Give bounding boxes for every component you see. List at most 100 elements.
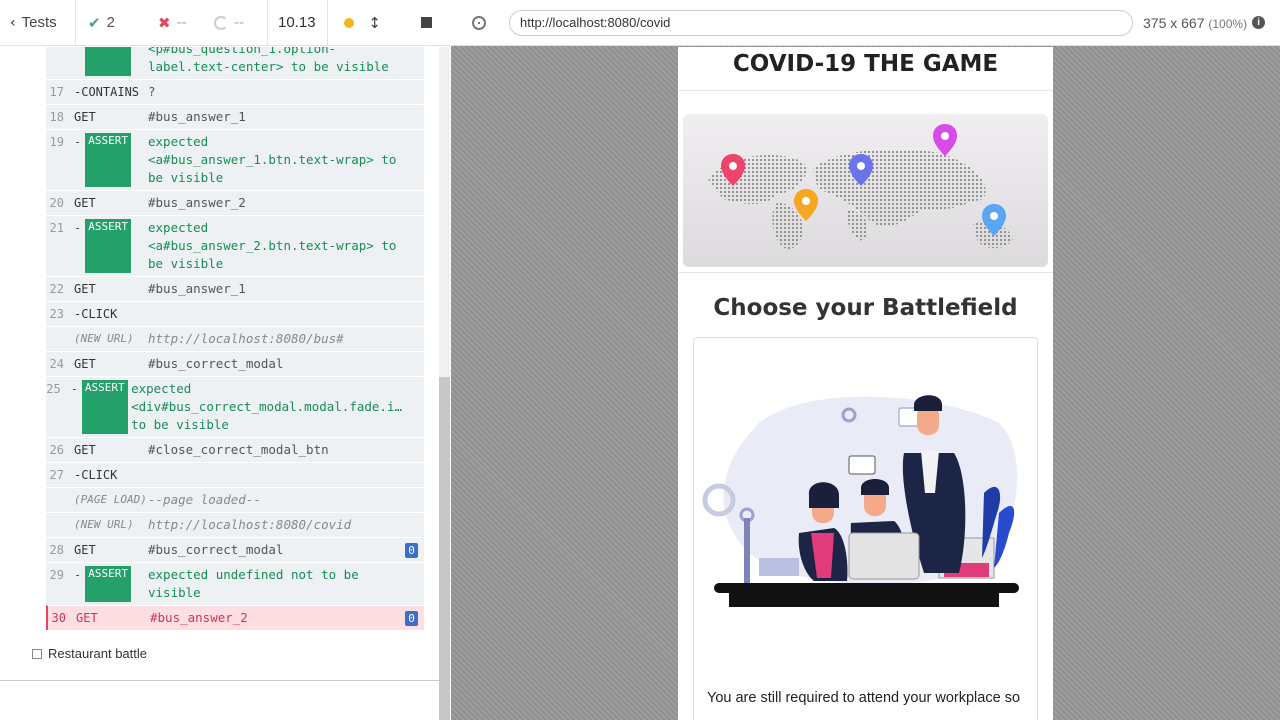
stop-icon[interactable] (421, 17, 432, 28)
command-number: 19 (49, 135, 64, 149)
command-row[interactable]: 25 - ASSERT expected <div#bus_correct_modal… (46, 376, 424, 437)
command-name: - CLICK (74, 468, 118, 482)
page-title: COVID-19 THE GAME (678, 47, 1053, 91)
cypress-runner: ‹ Tests ✔ 2 ✖ -- -- 10.13 ↕ vis (0, 0, 1280, 720)
command-name: -ASSERT (65, 380, 131, 434)
command-message: expected <a#bus_answer_2.btn.text-wrap> … (148, 220, 397, 271)
command-message (148, 466, 424, 484)
command-name: -ASSERT (68, 47, 148, 76)
command-name: GET (74, 110, 96, 124)
command-name: -ASSERT (68, 566, 148, 602)
command-number: 28 (49, 543, 64, 557)
command-number: 21 (49, 221, 64, 235)
tests-label: Tests (21, 14, 57, 31)
command-name: (PAGE LOAD) (74, 493, 147, 506)
duration: 10.13 (268, 0, 328, 46)
command-name: -ASSERT (68, 219, 148, 273)
command-message: #close_correct_modal_btn (148, 442, 329, 457)
command-number: 24 (49, 357, 64, 371)
command-message: expected undefined not to be visible (148, 567, 359, 600)
command-number (46, 491, 68, 509)
command-row[interactable]: 26 GET #close_correct_modal_btn (46, 437, 424, 462)
pending-count: -- (202, 0, 268, 46)
x-icon: ✖ (158, 14, 171, 32)
command-row[interactable]: (PAGE LOAD) --page loaded-- (46, 487, 424, 512)
command-message: http://localhost:8080/covid (148, 517, 352, 532)
world-map-image (683, 114, 1048, 267)
battlefield-description: You are still required to attend your wo… (707, 690, 1021, 706)
command-name: -ASSERT (68, 133, 148, 187)
command-name: - CLICK (74, 307, 118, 321)
pending-icon (214, 15, 228, 30)
command-number: 26 (49, 443, 64, 457)
reporter-header: ‹ Tests ✔ 2 ✖ -- -- 10.13 ↕ (0, 0, 450, 46)
tests-button[interactable]: ‹ Tests (0, 0, 76, 46)
command-name: GET (76, 611, 98, 625)
suite-restaurant-battle[interactable]: Restaurant battle (32, 646, 147, 661)
command-message: expected <a#bus_answer_1.btn.text-wrap> … (148, 134, 397, 185)
command-row[interactable]: 17 - CONTAINS? (46, 79, 424, 104)
auto-scroll-icon[interactable]: ↕ (368, 14, 381, 32)
command-number: 22 (49, 282, 64, 296)
aut-header: http://localhost:8080/covid 375 x 667 (1… (451, 0, 1280, 46)
command-number: 16 (46, 47, 68, 76)
command-number (46, 330, 68, 348)
selector-playground-icon[interactable] (472, 15, 486, 30)
assert-tag: ASSERT (81, 380, 128, 434)
command-row[interactable]: 27 - CLICK (46, 462, 424, 487)
command-number: 25 (46, 382, 61, 396)
command-row[interactable]: 20 GET #bus_answer_2 (46, 190, 424, 215)
element-count-badge: 0 (405, 611, 418, 626)
info-icon[interactable]: i (1252, 16, 1266, 29)
url-bar[interactable]: http://localhost:8080/covid (509, 9, 1133, 36)
command-row[interactable]: 19 - ASSERT expected <a#bus_answer_1.btn.te… (46, 129, 424, 190)
command-message: expected <p#bus_question_1.option-label.… (148, 47, 389, 74)
checkbox-icon (32, 648, 42, 659)
command-message: #bus_answer_1 (148, 109, 246, 124)
command-message (148, 305, 424, 323)
command-number: 18 (49, 110, 64, 124)
scroll-thumb[interactable] (439, 377, 450, 720)
divider (0, 680, 439, 681)
command-name: (NEW URL) (74, 332, 134, 345)
command-number: 20 (49, 196, 64, 210)
command-row[interactable]: (NEW URL) http://localhost:8080/bus# (46, 326, 424, 351)
command-row[interactable]: 23 - CLICK (46, 301, 424, 326)
command-message: #bus_correct_modal (148, 356, 284, 371)
command-row[interactable]: 22 GET #bus_answer_1 (46, 276, 424, 301)
command-message: ? (148, 84, 156, 99)
command-number: 30 (51, 611, 66, 625)
command-row[interactable]: 30 GET #bus_answer_2 0 (46, 605, 424, 630)
assert-tag: ASSERT (85, 219, 131, 273)
command-number (46, 516, 68, 534)
command-name: GET (74, 543, 96, 557)
battlefield-option-card[interactable]: You are still required to attend your wo… (693, 337, 1038, 720)
command-row[interactable]: 29 - ASSERT expected undefined not to be vi… (46, 562, 424, 605)
command-name: (NEW URL) (74, 518, 134, 531)
check-icon: ✔ (88, 14, 101, 32)
command-row[interactable]: (NEW URL) http://localhost:8080/covid (46, 512, 424, 537)
command-row[interactable]: 28 GET #bus_correct_modal 0 (46, 537, 424, 562)
command-message: expected <div#bus_correct_modal.modal.fa… (131, 381, 403, 432)
command-row[interactable]: 21 - ASSERT expected <a#bus_answer_2.btn.te… (46, 215, 424, 276)
battlefield-heading: Choose your Battlefield (713, 295, 1018, 321)
command-name: GET (74, 282, 96, 296)
command-list: visible13GET#bus_progress14-ASSERTexpect… (46, 47, 424, 630)
reporter-scrollbar[interactable] (439, 47, 450, 720)
command-row[interactable]: 16-ASSERTexpected <p#bus_question_1.opti… (46, 47, 424, 79)
running-indicator-icon (344, 17, 355, 28)
office-illustration (699, 383, 1034, 623)
command-message: #bus_correct_modal (148, 542, 284, 557)
viewport-info: 375 x 667 (100%) (1143, 14, 1248, 31)
command-number: 29 (49, 568, 64, 582)
command-name: GET (74, 443, 96, 457)
app-under-test: http://localhost:8080/covid 375 x 667 (1… (451, 0, 1280, 720)
command-row[interactable]: 18 GET #bus_answer_1 (46, 104, 424, 129)
command-log: visible13GET#bus_progress14-ASSERTexpect… (0, 47, 439, 680)
command-message: --page loaded-- (148, 492, 261, 507)
command-message: #bus_answer_1 (148, 281, 246, 296)
command-row[interactable]: 24 GET #bus_correct_modal (46, 351, 424, 376)
chevron-left-icon: ‹ (10, 14, 16, 31)
map-pin-purple-icon (933, 124, 957, 156)
assert-tag: ASSERT (85, 47, 131, 76)
